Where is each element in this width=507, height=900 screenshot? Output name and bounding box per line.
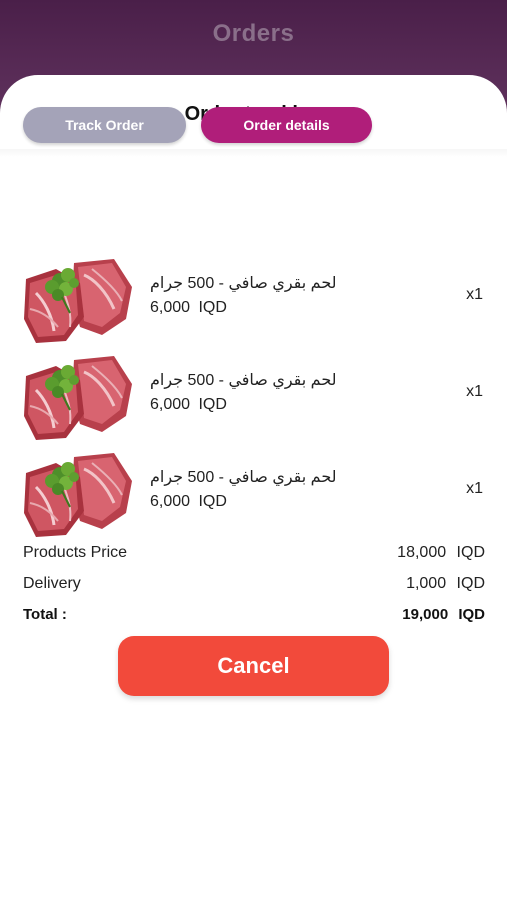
divider (0, 149, 507, 157)
order-item: لحم بقري صافي - 500 جرام 6,000 IQD x1 (0, 253, 507, 349)
total-value: 19,000 IQD (402, 605, 485, 623)
order-item: لحم بقري صافي - 500 جرام 6,000 IQD x1 (0, 447, 507, 543)
item-price: 6,000 IQD (150, 396, 227, 413)
total-label: Total : (23, 605, 67, 623)
delivery-label: Delivery (23, 575, 81, 592)
item-price: 6,000 IQD (150, 299, 227, 316)
item-price: 6,000 IQD (150, 493, 227, 510)
tab-track-order[interactable]: Track Order (23, 107, 186, 143)
item-name: لحم بقري صافي - 500 جرام (150, 372, 337, 389)
item-quantity: x1 (466, 480, 483, 497)
products-price-label: Products Price (23, 544, 128, 561)
products-price-value: 18,000 IQD (397, 544, 485, 561)
order-item: لحم بقري صافي - 500 جرام 6,000 IQD x1 (0, 350, 507, 446)
item-name: لحم بقري صافي - 500 جرام (150, 275, 337, 292)
delivery-value: 1,000 IQD (406, 575, 485, 592)
total-row: Total : 19,000 IQD (23, 603, 485, 625)
tab-order-details[interactable]: Order details (201, 107, 372, 143)
item-quantity: x1 (466, 383, 483, 400)
item-quantity: x1 (466, 286, 483, 303)
page-title: Orders (212, 20, 295, 47)
products-price-row: Products Price 18,000 IQD (23, 542, 485, 564)
delivery-row: Delivery 1,000 IQD (23, 573, 485, 595)
raw-beef-with-parsley-image (22, 451, 136, 539)
raw-beef-with-parsley-image (22, 257, 136, 345)
raw-beef-with-parsley-image (22, 354, 136, 442)
cancel-button[interactable]: Cancel (118, 636, 389, 696)
item-name: لحم بقري صافي - 500 جرام (150, 469, 337, 486)
